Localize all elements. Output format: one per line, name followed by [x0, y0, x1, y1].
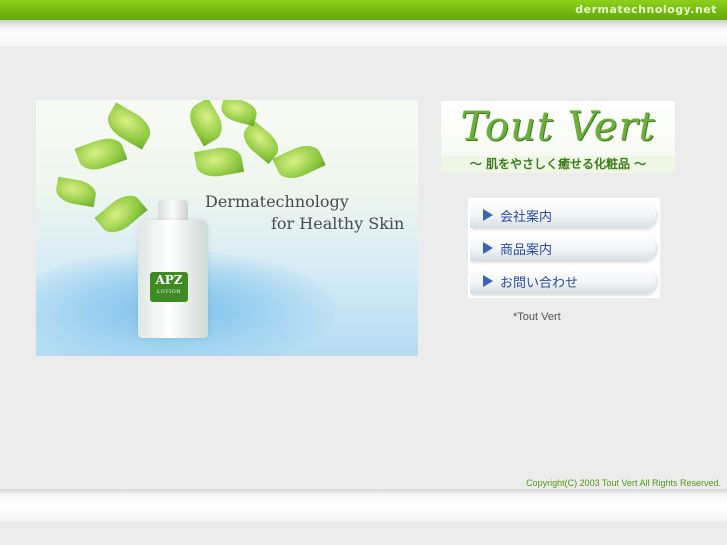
- logo-title: Tout Vert: [460, 104, 656, 150]
- menu-item-contact[interactable]: お問い合わせ: [470, 267, 656, 294]
- hero-tagline-line1: Dermatechnology: [205, 192, 349, 211]
- menu-item-products[interactable]: 商品案内: [470, 234, 656, 261]
- leaf-graphic: [218, 100, 260, 127]
- hero-image: APZ LOTION Dermatechnology for Healthy S…: [36, 100, 418, 356]
- menu-item-label: お問い合わせ: [500, 276, 579, 291]
- menu-item-company[interactable]: 会社案内: [470, 201, 656, 228]
- header-bar: dermatechnology.net: [0, 0, 727, 20]
- leaf-graphic: [54, 176, 98, 208]
- copyright-text: Copyright(C) 2003 Tout Vert All Rights R…: [526, 478, 721, 488]
- main-menu: 会社案内 商品案内 お問い合わせ: [468, 198, 660, 298]
- footer-stripe: [0, 489, 727, 521]
- triangle-right-icon: [483, 275, 493, 287]
- leaf-graphic: [272, 139, 326, 185]
- bottle-brand: APZ: [155, 273, 183, 287]
- leaf-graphic: [193, 144, 245, 180]
- site-name: dermatechnology.net: [575, 3, 717, 16]
- hero-tagline-line2: for Healthy Skin: [271, 214, 405, 233]
- header-stripe: [0, 20, 727, 46]
- triangle-right-icon: [483, 242, 493, 254]
- bottle-label: APZ LOTION: [150, 272, 188, 302]
- bottle-type: LOTION: [156, 289, 182, 295]
- logo-subtitle: ～ 肌をやさしく癒せる化粧品 ～: [441, 156, 675, 173]
- triangle-right-icon: [483, 209, 493, 221]
- menu-item-label: 会社案内: [500, 210, 553, 225]
- leaf-graphic: [74, 132, 128, 176]
- brand-logo: Tout Vert ～ 肌をやさしく癒せる化粧品 ～: [441, 101, 675, 173]
- menu-item-label: 商品案内: [500, 243, 553, 258]
- brand-note: *Tout Vert: [513, 311, 561, 323]
